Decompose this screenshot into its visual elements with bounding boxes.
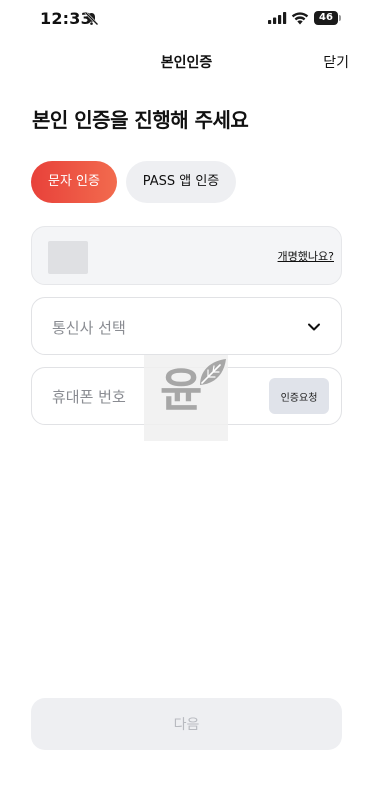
masked-registration-value: [48, 241, 88, 274]
close-button[interactable]: 닫기: [323, 52, 349, 72]
status-bar: 12:33 46: [0, 0, 373, 40]
bell-slash-icon: [84, 11, 99, 26]
chevron-down-icon: [308, 323, 320, 331]
tab-pass-app-verification[interactable]: PASS 앱 인증: [126, 161, 236, 203]
page-heading: 본인 인증을 진행해 주세요: [32, 108, 249, 132]
next-button[interactable]: 다음: [31, 698, 342, 750]
battery-icon: 46: [314, 11, 341, 25]
request-verification-button[interactable]: 인증요청: [269, 378, 329, 414]
battery-tip: [339, 15, 341, 21]
leaf-icon: [200, 359, 226, 385]
battery-level: 46: [314, 11, 338, 25]
nav-title: 본인인증: [160, 55, 213, 71]
registration-number-field[interactable]: 개명했나요?: [31, 226, 342, 285]
tab-sms-verification[interactable]: 문자 인증: [31, 161, 117, 203]
carrier-select-label: 통신사 선택: [52, 319, 126, 337]
cellular-signal-icon: [268, 12, 287, 24]
watermark: 윤: [144, 355, 228, 441]
wifi-icon: [291, 12, 309, 25]
carrier-select[interactable]: 통신사 선택: [31, 297, 342, 355]
renamed-link[interactable]: 개명했나요?: [278, 248, 334, 264]
